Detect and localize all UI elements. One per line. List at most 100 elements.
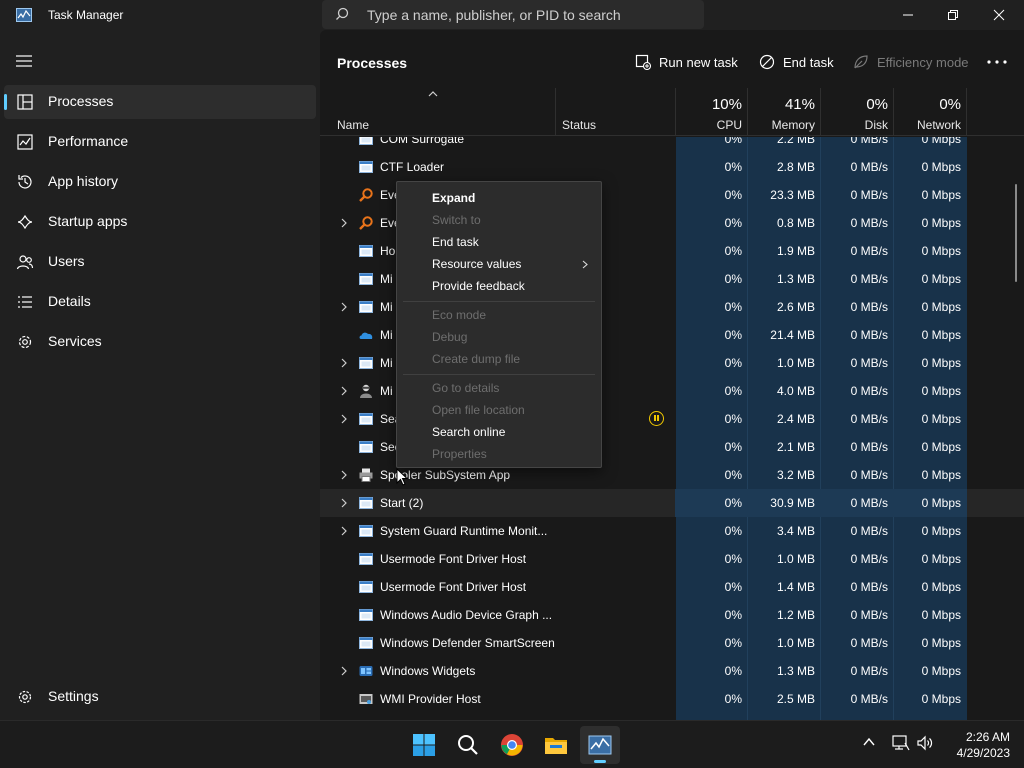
sidebar-item-processes[interactable]: Processes <box>4 85 316 119</box>
disk-value: 0 MB/s <box>850 496 888 510</box>
users-icon <box>16 255 34 270</box>
network-value: 0 Mbps <box>921 608 961 622</box>
mouse-cursor-icon <box>396 468 408 486</box>
network-value: 0 Mbps <box>921 356 961 370</box>
chrome-button[interactable] <box>492 726 532 764</box>
taskbar: 2:26 AM 4/29/2023 <box>0 720 1024 768</box>
memory-value: 23.3 MB <box>770 188 815 202</box>
chevron-right-icon[interactable] <box>340 218 348 228</box>
cpu-value: 0% <box>724 356 742 370</box>
clock[interactable]: 2:26 AM 4/29/2023 <box>936 729 1010 761</box>
menu-item-expand[interactable]: Expand <box>397 187 601 209</box>
taskbar-search-button[interactable] <box>448 726 488 764</box>
startup-apps-icon <box>17 214 33 230</box>
menu-item-label: Expand <box>432 191 476 205</box>
table-row[interactable]: COM Surrogate 0% 2.2 MB 0 MB/s 0 Mbps <box>320 137 1024 153</box>
menu-item-label: End task <box>432 235 479 249</box>
restore-button[interactable] <box>930 0 976 30</box>
cpu-value: 0% <box>724 216 742 230</box>
volume-icon[interactable] <box>916 735 934 751</box>
table-row[interactable]: CTF Loader 0% 2.8 MB 0 MB/s 0 Mbps <box>320 153 1024 181</box>
efficiency-mode-button[interactable]: Efficiency mode <box>853 50 969 76</box>
table-row[interactable]: WMI Provider Host 0% 2.5 MB 0 MB/s 0 Mbps <box>320 685 1024 713</box>
search-input[interactable]: Type a name, publisher, or PID to search <box>367 7 621 23</box>
column-divider[interactable] <box>555 88 556 136</box>
memory-value: 21.4 MB <box>770 328 815 342</box>
task-manager-taskbar-button[interactable] <box>580 726 620 764</box>
run-new-task-icon <box>635 54 651 70</box>
menu-item-search-online[interactable]: Search online <box>397 421 601 443</box>
window-icon <box>358 271 374 287</box>
network-value: 0 Mbps <box>921 272 961 286</box>
chevron-right-icon[interactable] <box>340 470 348 480</box>
network-value: 0 Mbps <box>921 216 961 230</box>
chevron-right-icon[interactable] <box>340 414 348 424</box>
memory-label: Memory <box>771 118 815 132</box>
search-box[interactable]: Type a name, publisher, or PID to search <box>322 0 704 29</box>
minimize-button[interactable] <box>885 0 931 30</box>
table-row[interactable]: Windows Defender SmartScreen 0% 1.0 MB 0 MB… <box>320 629 1024 657</box>
table-row[interactable]: Usermode Font Driver Host 0% 1.0 MB 0 MB/s 0… <box>320 545 1024 573</box>
sidebar-item-settings[interactable]: Settings <box>4 680 316 714</box>
network-value: 0 Mbps <box>921 440 961 454</box>
more-options-icon[interactable] <box>985 54 1009 70</box>
menu-item-provide-feedback[interactable]: Provide feedback <box>397 275 601 297</box>
chevron-right-icon[interactable] <box>340 666 348 676</box>
disk-value: 0 MB/s <box>850 216 888 230</box>
table-row[interactable]: Windows Widgets 0% 1.3 MB 0 MB/s 0 Mbps <box>320 657 1024 685</box>
window-title: Task Manager <box>48 8 124 22</box>
chevron-right-icon[interactable] <box>340 386 348 396</box>
end-task-button[interactable]: End task <box>759 50 834 76</box>
disk-value: 0 MB/s <box>850 188 888 202</box>
disk-value: 0 MB/s <box>850 384 888 398</box>
sidebar-item-label: Users <box>48 253 85 269</box>
chrome-icon <box>501 734 523 756</box>
table-row[interactable]: Usermode Font Driver Host 0% 1.4 MB 0 MB/s 0… <box>320 573 1024 601</box>
table-row[interactable]: System Guard Runtime Monit... 0% 3.4 MB 0 M… <box>320 517 1024 545</box>
chevron-right-icon[interactable] <box>340 302 348 312</box>
menu-item-end-task[interactable]: End task <box>397 231 601 253</box>
menu-item-resource-values[interactable]: Resource values <box>397 253 601 275</box>
table-row[interactable]: Start (2) 0% 30.9 MB 0 MB/s 0 Mbps <box>320 489 1024 517</box>
window-icon <box>358 299 374 315</box>
column-divider[interactable] <box>966 88 967 136</box>
menu-item-label: Go to details <box>432 381 500 395</box>
sidebar-item-services[interactable]: Services <box>4 325 316 359</box>
close-button[interactable] <box>976 0 1022 30</box>
sidebar: Processes Performance App history Startu… <box>0 30 320 720</box>
column-header-name[interactable]: Name <box>337 118 369 132</box>
network-value: 0 Mbps <box>921 412 961 426</box>
window-icon <box>358 579 374 595</box>
memory-value: 2.8 MB <box>776 160 815 174</box>
column-header-status[interactable]: Status <box>562 118 596 132</box>
memory-value: 1.0 MB <box>776 636 815 650</box>
hamburger-menu-icon[interactable] <box>16 55 32 67</box>
network-icon[interactable] <box>892 735 910 751</box>
run-new-task-button[interactable]: Run new task <box>635 50 738 76</box>
vertical-scrollbar[interactable] <box>1015 184 1017 282</box>
table-row[interactable]: WMI Provider Host0%1.7 MB0 MB/s0 Mbps <box>320 713 1024 720</box>
widgets-icon <box>358 663 374 679</box>
chevron-up-icon[interactable] <box>862 735 876 749</box>
details-icon <box>18 296 32 308</box>
chevron-right-icon[interactable] <box>340 358 348 368</box>
file-explorer-button[interactable] <box>536 726 576 764</box>
sidebar-item-performance[interactable]: Performance <box>4 125 316 159</box>
chevron-right-icon[interactable] <box>340 526 348 536</box>
memory-total: 41% <box>784 96 815 113</box>
sidebar-item-startup-apps[interactable]: Startup apps <box>4 205 316 239</box>
menu-item-label: Debug <box>432 330 468 344</box>
cpu-value: 0% <box>724 272 742 286</box>
sidebar-item-details[interactable]: Details <box>4 285 316 319</box>
sidebar-item-users[interactable]: Users <box>4 245 316 279</box>
table-row[interactable]: Windows Audio Device Graph ... 0% 1.2 MB 0 … <box>320 601 1024 629</box>
sidebar-item-app-history[interactable]: App history <box>4 165 316 199</box>
chevron-right-icon[interactable] <box>340 498 348 508</box>
disk-value: 0 MB/s <box>850 300 888 314</box>
processes-icon <box>17 94 33 110</box>
start-button[interactable] <box>404 726 444 764</box>
file-explorer-icon <box>545 738 567 754</box>
cpu-value: 0% <box>724 300 742 314</box>
network-value: 0 Mbps <box>921 524 961 538</box>
window-icon <box>358 607 374 623</box>
